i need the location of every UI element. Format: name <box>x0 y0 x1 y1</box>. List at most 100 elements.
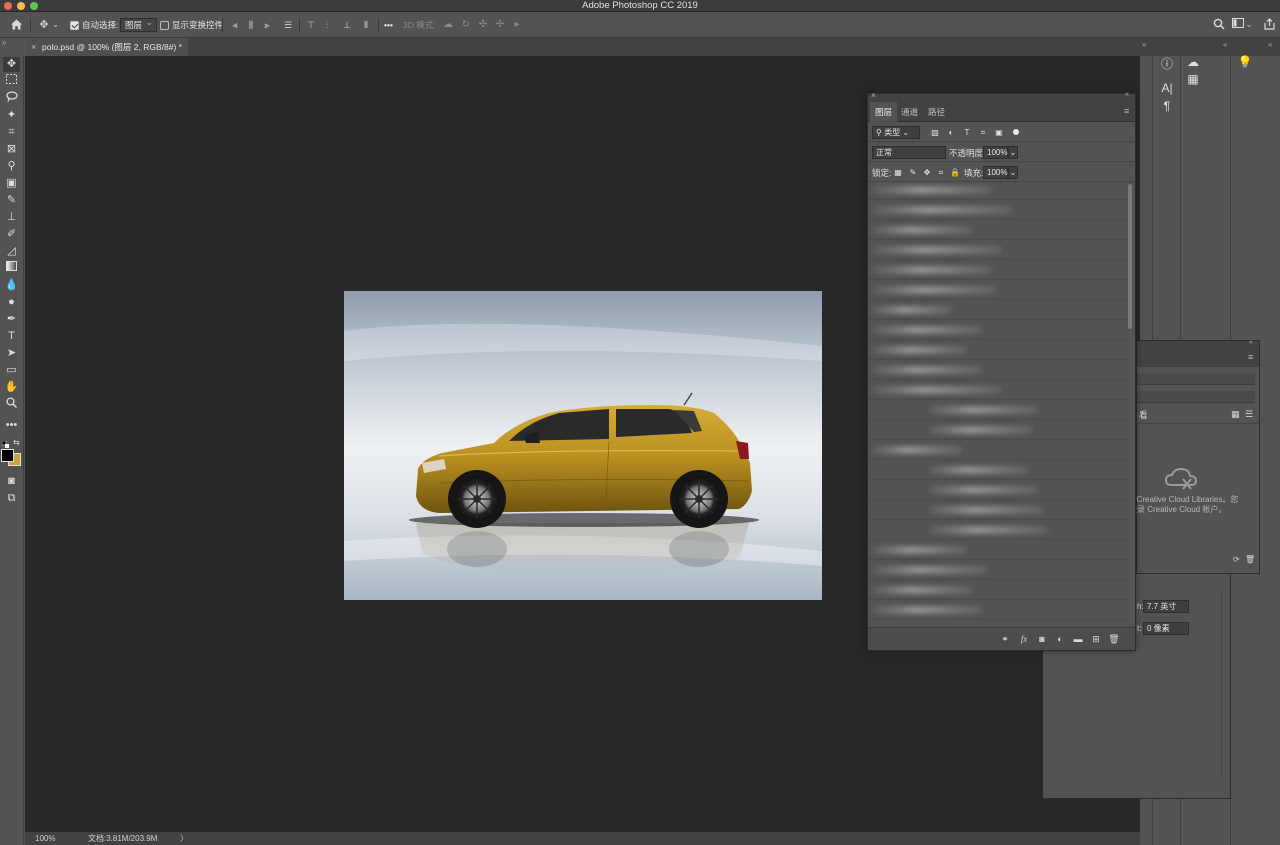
layer-row[interactable] <box>868 260 1126 280</box>
type-tool-icon[interactable]: T <box>3 329 20 344</box>
pen-tool-icon[interactable]: ✒ <box>3 312 20 327</box>
layer-row[interactable] <box>868 420 1126 440</box>
status-menu-arrow[interactable]: 〉 <box>180 832 188 845</box>
layer-row[interactable] <box>868 320 1126 340</box>
search-icon[interactable] <box>1212 18 1226 32</box>
layer-row[interactable] <box>868 220 1126 240</box>
toolbar-collapse-icon[interactable]: » <box>0 38 26 56</box>
layer-row[interactable] <box>868 560 1126 580</box>
distribute-vertical-icon[interactable]: ⦀ <box>359 18 373 32</box>
lock-image-icon[interactable]: ✎ <box>908 168 918 178</box>
auto-select-toggle[interactable]: 自动选择: <box>70 12 118 38</box>
distribute-horizontal-icon[interactable]: ☰ <box>281 18 295 32</box>
eraser-tool-icon[interactable]: ◿ <box>3 244 20 259</box>
home-icon[interactable] <box>9 18 23 32</box>
layer-row[interactable] <box>868 200 1126 220</box>
history-brush-tool-icon[interactable]: ✐ <box>3 227 20 242</box>
dodge-tool-icon[interactable]: ● <box>3 295 20 310</box>
auto-select-target-value[interactable]: 图层 <box>120 16 158 32</box>
filter-smart-object-icon[interactable]: ▣ <box>994 128 1004 138</box>
delete-layer-icon[interactable]: 🗑 <box>1108 633 1120 645</box>
info-icon[interactable]: ⓘ <box>1159 56 1175 72</box>
offset-field[interactable]: 0 像素 <box>1143 622 1189 635</box>
layer-row[interactable] <box>868 540 1126 560</box>
align-vertical-center-icon[interactable]: ⫶ <box>320 18 334 32</box>
blend-mode-dropdown[interactable]: 正常 <box>872 146 946 159</box>
lock-position-icon[interactable]: ✥ <box>922 168 932 178</box>
layer-row[interactable] <box>868 500 1126 520</box>
panel-menu-icon[interactable]: ≡ <box>1248 352 1253 362</box>
hand-tool-icon[interactable]: ✋ <box>3 380 20 395</box>
brush-tool-icon[interactable]: ✎ <box>3 193 20 208</box>
layer-row[interactable] <box>868 240 1126 260</box>
show-transform-toggle[interactable]: 显示变换控件 <box>160 12 223 38</box>
auto-select-checkbox[interactable] <box>70 20 79 30</box>
layer-row[interactable] <box>868 600 1126 620</box>
zoom-level[interactable]: 100% <box>35 832 55 845</box>
align-top-icon[interactable]: ⊤ <box>304 18 318 32</box>
filter-shape-icon[interactable]: ⌗ <box>978 128 988 138</box>
paragraph-icon[interactable]: ¶ <box>1159 98 1175 114</box>
trash-icon[interactable]: 🗑 <box>1245 555 1255 564</box>
panel-menu-icon[interactable]: ≡ <box>1124 106 1129 116</box>
opacity-dropdown-icon[interactable]: ⌄ <box>1008 146 1018 159</box>
collapse-icon[interactable]: « <box>1125 91 1129 98</box>
rectangle-tool-icon[interactable]: ▭ <box>3 363 20 378</box>
path-selection-tool-icon[interactable]: ➤ <box>3 346 20 361</box>
align-left-icon[interactable]: ⫷ <box>228 18 242 32</box>
layer-style-icon[interactable]: fx <box>1018 633 1030 645</box>
link-layers-icon[interactable]: ⚭ <box>999 633 1011 645</box>
adjustment-layer-icon[interactable]: ◐ <box>1054 633 1066 645</box>
lock-artboard-icon[interactable]: ⌗ <box>936 168 946 178</box>
layer-row[interactable] <box>868 300 1126 320</box>
library-select[interactable] <box>1137 373 1255 385</box>
layer-row[interactable] <box>868 480 1126 500</box>
new-layer-icon[interactable]: ⊞ <box>1090 633 1102 645</box>
filter-toggle-icon[interactable] <box>1013 129 1019 135</box>
learn-lightbulb-icon[interactable]: 💡 <box>1237 54 1253 70</box>
layer-row[interactable] <box>868 440 1126 460</box>
layer-row[interactable] <box>868 520 1126 540</box>
filter-kind-dropdown[interactable]: ⚲ 类型 ⌄ <box>872 126 920 139</box>
eyedropper-tool-icon[interactable]: ⚲ <box>3 159 20 174</box>
swap-colors-icon[interactable]: ⇆ <box>13 438 20 447</box>
layer-row[interactable] <box>868 400 1126 420</box>
layer-row[interactable] <box>868 180 1126 200</box>
align-bottom-icon[interactable]: ⊥ <box>340 18 354 32</box>
collapse-icon[interactable]: « <box>1223 40 1227 49</box>
grid-view-icon[interactable]: ▦ <box>1231 409 1240 420</box>
search-field[interactable] <box>1137 391 1255 403</box>
share-icon[interactable] <box>1262 18 1276 32</box>
tab-channels[interactable]: 通道 <box>896 102 923 122</box>
document-tab[interactable]: × polo.psd @ 100% (图层 2, RGB/8#) * <box>26 38 188 56</box>
filter-pixel-icon[interactable]: ▧ <box>930 128 940 138</box>
more-options-button[interactable]: ••• <box>384 12 393 38</box>
workspace-icon[interactable] <box>1231 18 1245 32</box>
tab-paths[interactable]: 路径 <box>923 102 950 122</box>
collapse-icon[interactable]: « <box>1268 40 1272 49</box>
opacity-field[interactable]: 100% <box>983 146 1008 159</box>
3d-slide-icon[interactable]: ✢ <box>493 18 507 32</box>
chevron-down-icon[interactable]: ⌄ <box>51 18 60 32</box>
quick-mask-icon[interactable]: ◙ <box>3 474 20 489</box>
document-image[interactable] <box>344 291 822 600</box>
blur-tool-icon[interactable]: 💧 <box>3 278 20 293</box>
auto-select-target-dropdown[interactable]: 图层 <box>120 12 158 38</box>
lock-transparent-icon[interactable]: ▦ <box>893 168 903 178</box>
gradient-tool-icon[interactable] <box>3 261 20 276</box>
clone-stamp-tool-icon[interactable]: ⊥ <box>3 210 20 225</box>
list-view-icon[interactable]: ☰ <box>1245 409 1253 420</box>
3d-orbit-icon[interactable]: ☁ <box>441 18 455 32</box>
align-horizontal-center-icon[interactable]: ⫼ <box>244 18 258 32</box>
scrollbar-track[interactable] <box>1221 593 1222 778</box>
width-field[interactable]: 7.7 英寸 <box>1143 600 1189 613</box>
filter-adjustment-icon[interactable]: ◐ <box>946 128 956 138</box>
tab-layers[interactable]: 图层 <box>870 102 898 122</box>
add-mask-icon[interactable]: ◙ <box>1036 633 1048 645</box>
move-tool-icon[interactable]: ✥ <box>3 57 20 72</box>
close-panel-icon[interactable]: × <box>871 91 876 100</box>
close-document-icon[interactable]: × <box>31 38 36 56</box>
frame-tool-icon[interactable]: ⊠ <box>3 142 20 157</box>
collapse-icon[interactable]: » <box>1142 40 1146 49</box>
align-right-icon[interactable]: ⫸ <box>260 18 274 32</box>
